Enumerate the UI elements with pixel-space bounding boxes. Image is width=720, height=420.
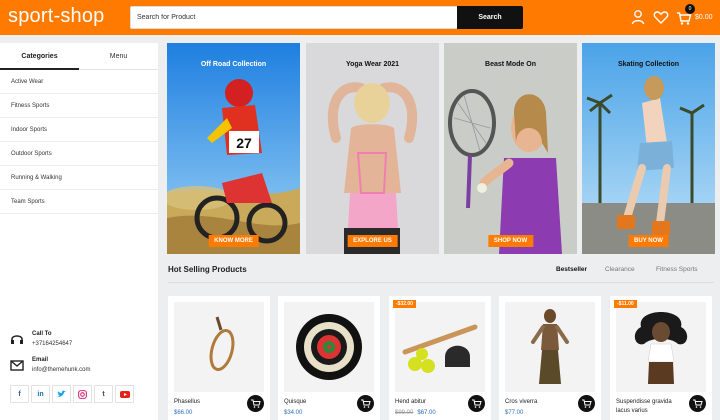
- twitter-icon[interactable]: [52, 385, 71, 403]
- add-to-cart-button[interactable]: [689, 395, 706, 412]
- shop-now-button[interactable]: SHOP NOW: [487, 235, 534, 247]
- product-name[interactable]: Phasellus: [174, 398, 244, 407]
- site-logo[interactable]: sport-shop: [8, 5, 105, 28]
- call-label: Call To: [32, 331, 52, 337]
- sale-price: $67.00: [417, 410, 436, 416]
- product-name[interactable]: Suspendisse gravida lacus varius: [616, 398, 686, 416]
- banner-title: Yoga Wear 2021: [345, 61, 400, 68]
- search-button[interactable]: Search: [457, 6, 523, 29]
- tab-fitness-sports[interactable]: Fitness Sports: [656, 266, 698, 273]
- add-to-cart-button[interactable]: [578, 395, 595, 412]
- product-image-sport-woman: [616, 302, 706, 392]
- email-address[interactable]: info@themehunk.com: [32, 367, 90, 373]
- cart-total[interactable]: $0.00: [695, 14, 713, 21]
- cart-icon: [472, 399, 482, 408]
- search-input[interactable]: [130, 6, 458, 29]
- cart-icon: [361, 399, 371, 408]
- product-card[interactable]: -$32.00 Hend abitur $99.00 $67.00: [389, 296, 491, 420]
- product-name[interactable]: Hend abitur: [395, 398, 465, 407]
- top-header: sport-shop Search 0 $0.00: [0, 0, 720, 35]
- product-image-athlete: [505, 302, 595, 392]
- tab-bestseller[interactable]: Bestseller: [556, 266, 587, 273]
- product-card[interactable]: Phasellus $66.00: [168, 296, 270, 420]
- linkedin-icon[interactable]: in: [31, 385, 50, 403]
- heart-icon[interactable]: [653, 9, 669, 25]
- cart-icon: [693, 399, 703, 408]
- tab-clearance[interactable]: Clearance: [605, 266, 635, 273]
- product-name[interactable]: Cros viverra: [505, 398, 575, 407]
- add-to-cart-button[interactable]: [357, 395, 374, 412]
- tumblr-icon[interactable]: t: [94, 385, 113, 403]
- category-sidebar: Categories Menu Active Wear Fitness Spor…: [0, 43, 158, 420]
- banner-title: Beast Mode On: [485, 61, 536, 68]
- sidebar-item-active-wear[interactable]: Active Wear: [0, 70, 158, 94]
- know-more-button[interactable]: KNOW MORE: [208, 235, 259, 247]
- banner-yoga-wear[interactable]: Yoga Wear 2021 EXPLORE US: [306, 43, 439, 254]
- product-name[interactable]: Quisque: [284, 398, 354, 407]
- product-card[interactable]: -$11.00 Suspendisse gravida lacus varius: [610, 296, 712, 420]
- product-price: $34.00: [284, 410, 303, 416]
- explore-us-button[interactable]: EXPLORE US: [347, 235, 398, 247]
- sidebar-item-indoor-sports[interactable]: Indoor Sports: [0, 118, 158, 142]
- product-image-baseball-set: [395, 302, 485, 392]
- product-card[interactable]: Quisque $34.00: [278, 296, 380, 420]
- banner-title: Off Road Collection: [200, 61, 267, 68]
- instagram-icon[interactable]: [73, 385, 92, 403]
- social-links: f in t: [10, 385, 134, 403]
- old-price: $99.00: [395, 410, 414, 416]
- product-image-dartboard: [284, 302, 374, 392]
- add-to-cart-button[interactable]: [247, 395, 264, 412]
- sidebar-tabs: Categories Menu: [0, 43, 158, 70]
- product-price: $66.00: [174, 410, 193, 416]
- sidebar-item-running-walking[interactable]: Running & Walking: [0, 166, 158, 190]
- facebook-icon[interactable]: f: [10, 385, 29, 403]
- email-label: Email: [32, 357, 49, 363]
- headset-icon: [11, 335, 23, 344]
- section-title: Hot Selling Products: [168, 265, 247, 274]
- mail-icon: [10, 360, 24, 371]
- sale-badge: -$11.00: [614, 300, 637, 308]
- tab-menu[interactable]: Menu: [79, 43, 158, 70]
- buy-now-button[interactable]: BUY NOW: [628, 235, 669, 247]
- user-icon[interactable]: [630, 9, 646, 25]
- section-divider: [168, 282, 714, 283]
- tab-categories[interactable]: Categories: [0, 43, 79, 70]
- youtube-icon[interactable]: [115, 385, 134, 403]
- cart-icon: [582, 399, 592, 408]
- cart-icon: [251, 399, 261, 408]
- product-card[interactable]: Cros viverra $77.00: [499, 296, 601, 420]
- cart-count-badge: 0: [685, 4, 695, 14]
- product-price: $77.00: [505, 410, 524, 416]
- product-price: $99.00 $67.00: [395, 410, 436, 416]
- banner-title: Skating Collection: [617, 61, 680, 68]
- banner-skating[interactable]: Skating Collection BUY NOW: [582, 43, 715, 254]
- banner-beast-mode[interactable]: Beast Mode On SHOP NOW: [444, 43, 577, 254]
- tennis-player-image: [444, 43, 577, 254]
- sidebar-item-outdoor-sports[interactable]: Outdoor Sports: [0, 142, 158, 166]
- add-to-cart-button[interactable]: [468, 395, 485, 412]
- motocross-image: 27: [167, 43, 300, 254]
- yoga-model-image: [306, 43, 439, 254]
- skater-image: [582, 43, 715, 254]
- svg-text:27: 27: [236, 135, 252, 151]
- product-image-racket: [174, 302, 264, 392]
- sidebar-item-team-sports[interactable]: Team Sports: [0, 190, 158, 214]
- sidebar-item-fitness-sports[interactable]: Fitness Sports: [0, 94, 158, 118]
- sale-badge: -$32.00: [393, 300, 416, 308]
- call-number[interactable]: +37164254647: [32, 341, 72, 347]
- banner-off-road[interactable]: 27 Off Road Collection KNOW MORE: [167, 43, 300, 254]
